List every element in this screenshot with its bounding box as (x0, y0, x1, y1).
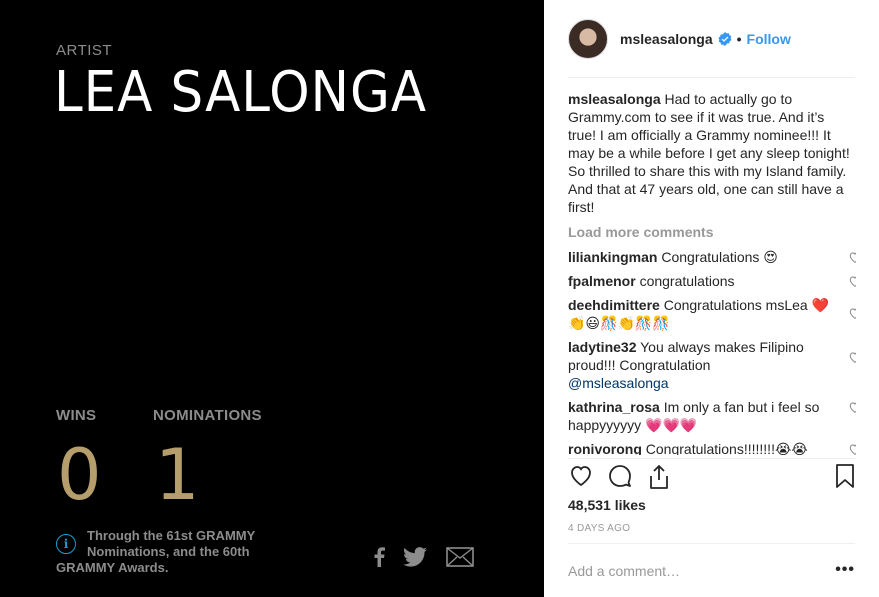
twitter-icon (403, 547, 427, 567)
facebook-icon (373, 547, 385, 567)
caption-username[interactable]: msleasalonga (568, 91, 661, 107)
post-timestamp[interactable]: 4 DAYS AGO (568, 523, 630, 534)
like-comment-heart-icon[interactable] (848, 350, 856, 364)
like-comment-heart-icon[interactable] (848, 250, 856, 264)
comment-item: deehdimittere Congratulations msLea ❤️👏😃… (568, 296, 856, 332)
like-comment-heart-icon[interactable] (848, 400, 856, 414)
comment-mention[interactable]: @msleasalonga (568, 374, 836, 392)
post-image[interactable]: ARTIST LEA SALONGA WINS NOMINATIONS 0 1 … (0, 0, 544, 597)
comment-item: fpalmenor congratulations (568, 272, 856, 290)
comment-username[interactable]: fpalmenor (568, 273, 636, 289)
comments-list[interactable]: liliankingman Congratulations 😍 fpalmeno… (568, 248, 856, 455)
info-line-3: GRAMMY Awards. (56, 560, 169, 575)
verified-badge-icon (718, 32, 732, 46)
post-actions (568, 464, 855, 490)
nominations-value: 1 (155, 434, 200, 516)
like-comment-heart-icon[interactable] (848, 442, 856, 455)
caption-text: Had to actually go to Grammy.com to see … (568, 91, 850, 215)
header-username[interactable]: msleasalonga (620, 31, 713, 47)
follow-button[interactable]: Follow (747, 31, 791, 47)
comment-username[interactable]: ladytine32 (568, 339, 636, 355)
comment-item: ladytine32 You always makes Filipino pro… (568, 338, 856, 392)
more-options-icon[interactable]: ••• (835, 561, 855, 579)
nominations-label: NOMINATIONS (153, 407, 262, 424)
comment-bubble-icon[interactable] (607, 464, 633, 488)
header-separator: • (736, 31, 742, 47)
comment-item: ronivorong Congratulations!!!!!!!!😭😭 (568, 440, 856, 455)
comment-username[interactable]: kathrina_rosa (568, 399, 660, 415)
bookmark-icon[interactable] (835, 464, 855, 488)
like-comment-heart-icon[interactable] (848, 274, 856, 288)
comment-text: Congratulations 😍 (661, 249, 778, 265)
post-caption: msleasalonga Had to actually go to Gramm… (568, 90, 856, 216)
post-header: msleasalonga • Follow (568, 18, 855, 60)
header-divider (568, 77, 855, 78)
likes-count[interactable]: 48,531 likes (568, 497, 646, 513)
post-sidebar: msleasalonga • Follow msleasalonga Had t… (544, 0, 879, 597)
info-line-1: Through the 61st GRAMMY (87, 528, 256, 543)
like-comment-heart-icon[interactable] (848, 306, 856, 320)
comment-username[interactable]: ronivorong (568, 441, 642, 455)
add-comment-input[interactable]: Add a comment… (568, 563, 680, 579)
footer-divider (568, 543, 855, 544)
load-more-comments-button[interactable]: Load more comments (568, 224, 713, 240)
comments-divider (568, 458, 855, 459)
info-line-2: Nominations, and the 60th (87, 544, 250, 559)
email-icon (446, 547, 474, 567)
comment-item: kathrina_rosa Im only a fan but i feel s… (568, 398, 856, 434)
like-heart-icon[interactable] (568, 464, 594, 488)
wins-label: WINS (56, 407, 97, 424)
comment-username[interactable]: liliankingman (568, 249, 657, 265)
comment-text: congratulations (639, 273, 735, 289)
avatar[interactable] (568, 19, 608, 59)
info-icon: i (56, 534, 76, 554)
wins-value: 0 (57, 434, 102, 516)
artist-label: ARTIST (56, 42, 113, 59)
comment-text: Congratulations!!!!!!!!😭😭 (645, 441, 808, 455)
comment-item: liliankingman Congratulations 😍 (568, 248, 856, 266)
comment-username[interactable]: deehdimittere (568, 297, 660, 313)
artist-name: LEA SALONGA (54, 60, 428, 125)
share-icon[interactable] (647, 464, 671, 490)
info-note: i Through the 61st GRAMMY Nominations, a… (56, 528, 296, 576)
